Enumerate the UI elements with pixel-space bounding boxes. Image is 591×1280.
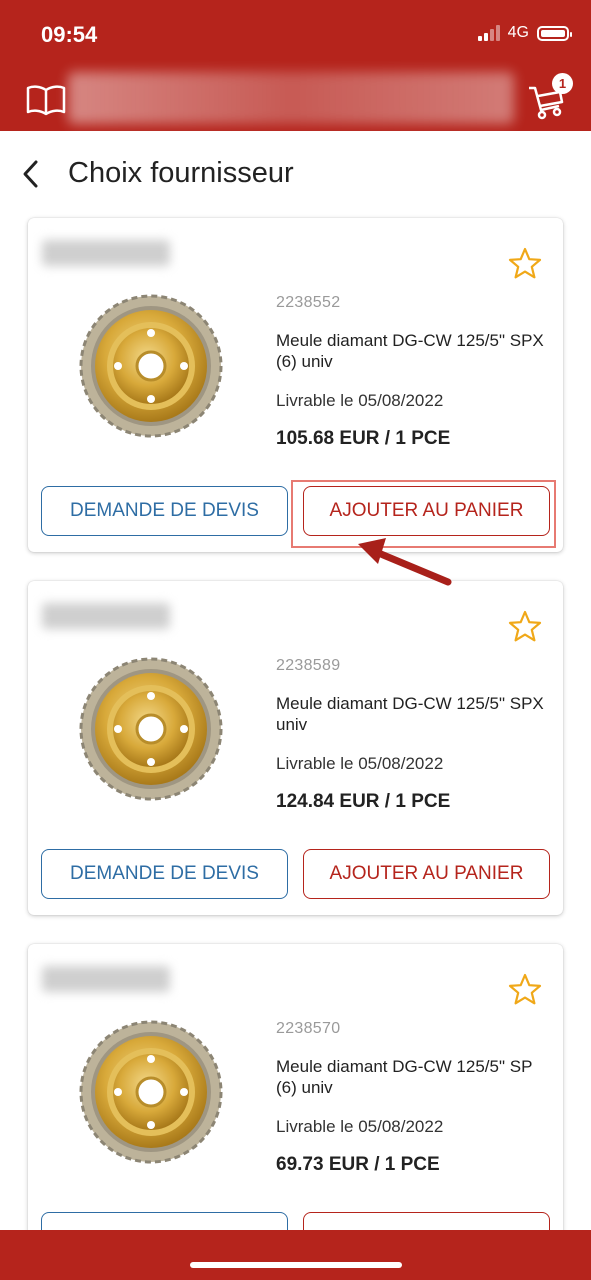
favorite-star-icon[interactable] bbox=[507, 972, 543, 1008]
product-price: 105.68 EUR / 1 PCE bbox=[276, 428, 451, 449]
status-time: 09:54 bbox=[41, 22, 98, 47]
request-quote-button[interactable]: DEMANDE DE DEVIS bbox=[41, 849, 288, 899]
status-indicators: 4G bbox=[477, 24, 572, 42]
network-type: 4G bbox=[507, 24, 529, 41]
supplier-name-redacted bbox=[42, 603, 170, 629]
app-header: 09:54 4G 1 bbox=[0, 0, 591, 131]
product-ref: 2238552 bbox=[276, 294, 341, 311]
delivery-date: Livrable le 05/08/2022 bbox=[276, 754, 444, 773]
product-price: 69.73 EUR / 1 PCE bbox=[276, 1154, 440, 1175]
back-arrow-icon[interactable] bbox=[16, 156, 46, 192]
page-title: Choix fournisseur bbox=[68, 157, 294, 189]
product-name: Meule diamant DG-CW 125/5" SP (6) univ bbox=[276, 1057, 533, 1097]
home-indicator[interactable] bbox=[190, 1262, 402, 1268]
catalog-book-icon[interactable] bbox=[26, 84, 66, 116]
diamond-disc-image bbox=[78, 656, 224, 802]
diamond-disc-image bbox=[78, 1019, 224, 1165]
supplier-card: 2238570 Meule diamant DG-CW 125/5" SP (6… bbox=[28, 944, 563, 1278]
cart-count-badge: 1 bbox=[552, 73, 573, 94]
product-ref: 2238570 bbox=[276, 1020, 341, 1037]
supplier-card: 2238589 Meule diamant DG-CW 125/5" SPX u… bbox=[28, 581, 563, 915]
signal-icon bbox=[477, 25, 500, 41]
product-price: 124.84 EUR / 1 PCE bbox=[276, 791, 451, 812]
product-name: Meule diamant DG-CW 125/5" SPX univ bbox=[276, 694, 544, 734]
request-quote-button[interactable]: DEMANDE DE DEVIS bbox=[41, 486, 288, 536]
supplier-name-redacted bbox=[42, 240, 170, 266]
diamond-disc-image bbox=[78, 293, 224, 439]
battery-icon bbox=[537, 25, 572, 41]
header-title-redacted bbox=[68, 72, 514, 124]
product-name: Meule diamant DG-CW 125/5" SPX (6) univ bbox=[276, 331, 544, 371]
bottom-bar bbox=[0, 1230, 591, 1280]
favorite-star-icon[interactable] bbox=[507, 609, 543, 645]
favorite-star-icon[interactable] bbox=[507, 246, 543, 282]
annotation-arrow-icon bbox=[358, 538, 452, 586]
add-to-cart-button[interactable]: AJOUTER AU PANIER bbox=[303, 849, 550, 899]
product-ref: 2238589 bbox=[276, 657, 341, 674]
delivery-date: Livrable le 05/08/2022 bbox=[276, 1117, 444, 1136]
supplier-name-redacted bbox=[42, 966, 170, 992]
delivery-date: Livrable le 05/08/2022 bbox=[276, 391, 444, 410]
